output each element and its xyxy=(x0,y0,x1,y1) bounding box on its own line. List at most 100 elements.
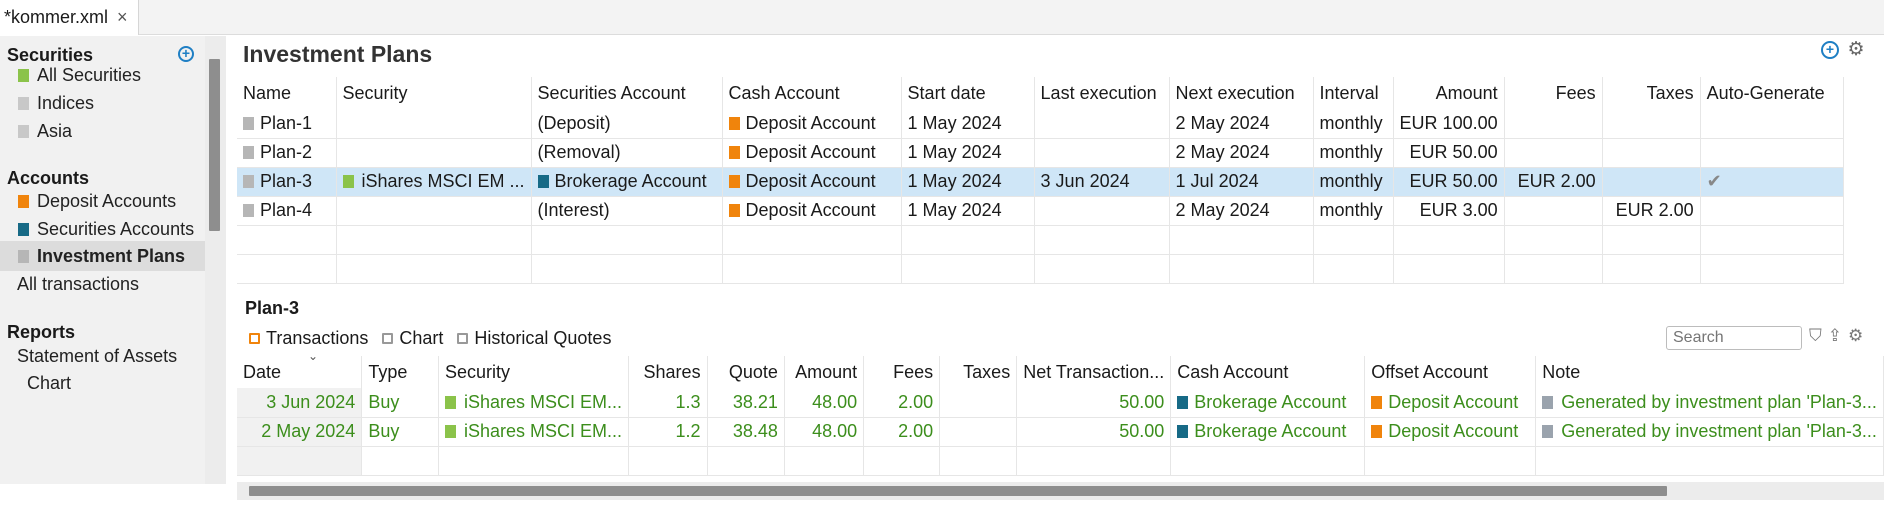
column-header[interactable]: Name xyxy=(237,77,337,109)
column-header[interactable]: Net Transaction... xyxy=(1016,356,1172,388)
sidebar-item-indices[interactable]: Indices xyxy=(0,88,205,118)
empty-cell xyxy=(1313,225,1394,255)
column-header-date[interactable]: Date ⌄ xyxy=(237,356,363,388)
empty-cell xyxy=(1364,446,1537,476)
search-input[interactable] xyxy=(1666,326,1802,350)
tab-chart[interactable]: Chart xyxy=(382,328,443,349)
deposit-account-icon xyxy=(728,146,740,159)
sidebar-item-investment-plans[interactable]: Investment Plans xyxy=(0,241,205,271)
table-cell: (Deposit) xyxy=(531,109,723,139)
sidebar-scrollbar[interactable] xyxy=(205,36,226,484)
sidebar-item-deposit-accounts[interactable]: Deposit Accounts xyxy=(0,186,205,216)
column-header[interactable]: Securities Account xyxy=(531,77,723,109)
gear-icon[interactable]: ⚙ xyxy=(1848,326,1863,346)
table-cell: 50.00 xyxy=(1016,388,1172,418)
table-cell xyxy=(1700,138,1844,168)
tab-transactions[interactable]: Transactions xyxy=(249,328,368,349)
column-header[interactable]: Last execution xyxy=(1034,77,1170,109)
empty-cell xyxy=(438,446,630,476)
column-header[interactable]: Fees xyxy=(1504,77,1603,109)
horizontal-scrollbar[interactable] xyxy=(237,482,1884,500)
table-row[interactable]: Plan-2 (Removal) Deposit Account 1 May 2… xyxy=(237,138,1844,168)
filter-icon[interactable]: ⛉ xyxy=(1809,326,1822,346)
column-header[interactable]: Fees xyxy=(863,356,941,388)
table-cell xyxy=(336,109,532,139)
column-header[interactable]: Offset Account xyxy=(1364,356,1537,388)
table-row[interactable]: Plan-1 (Deposit) Deposit Account 1 May 2… xyxy=(237,109,1844,139)
detail-title: Plan-3 xyxy=(245,298,300,318)
table-cell: 50.00 xyxy=(1016,417,1172,447)
empty-cell xyxy=(1170,446,1366,476)
sidebar-item-label: Securities Accounts xyxy=(37,218,195,239)
export-icon[interactable]: ⇪ xyxy=(1828,326,1842,346)
column-header[interactable]: Security xyxy=(438,356,630,388)
table-cell: 38.48 xyxy=(707,417,785,447)
add-plan-icon[interactable]: + xyxy=(1821,41,1839,59)
table-cell: monthly xyxy=(1313,196,1394,226)
plan-name-cell: Plan-3 xyxy=(237,167,337,197)
column-header[interactable]: Security xyxy=(336,77,532,109)
sidebar-item-all-transactions[interactable]: All transactions xyxy=(0,269,205,299)
column-header[interactable]: Quote xyxy=(707,356,785,388)
sidebar-item-label: Deposit Accounts xyxy=(37,190,177,211)
empty-cell xyxy=(531,254,723,284)
sidebar-item-statement-of-assets[interactable]: Statement of Assets xyxy=(0,341,205,371)
column-header[interactable]: Note xyxy=(1535,356,1884,388)
empty-cell xyxy=(1535,446,1884,476)
column-header[interactable]: Amount xyxy=(1393,77,1505,109)
security-name: iShares MSCI EM... xyxy=(464,421,623,441)
table-row-selected[interactable]: Plan-3 iShares MSCI EM ... Brokerage Acc… xyxy=(237,167,1844,197)
table-row[interactable]: 2 May 2024 Buy iShares MSCI EM... 1.2 38… xyxy=(237,417,1884,447)
table-cell: EUR 50.00 xyxy=(1393,167,1505,197)
gear-icon[interactable]: ⚙ xyxy=(1847,40,1865,59)
table-cell: Buy xyxy=(361,388,440,418)
empty-cell xyxy=(1393,254,1505,284)
plan-name-cell: Plan-4 xyxy=(237,196,337,226)
column-header[interactable]: Start date xyxy=(901,77,1035,109)
empty-cell xyxy=(237,254,337,284)
horizontal-scrollbar-thumb[interactable] xyxy=(249,486,1667,496)
file-tab[interactable]: *kommer.xml × xyxy=(0,0,139,35)
table-cell: EUR 100.00 xyxy=(1393,109,1505,139)
sidebar-item-label: All Securities xyxy=(37,64,142,85)
sidebar-item-chart[interactable]: Chart xyxy=(0,368,205,398)
table-cell: EUR 3.00 xyxy=(1393,196,1505,226)
table-cell: 2.00 xyxy=(863,388,941,418)
empty-cell xyxy=(1504,254,1603,284)
column-header[interactable]: Cash Account xyxy=(1170,356,1366,388)
empty-cell xyxy=(863,446,941,476)
table-cell xyxy=(1504,109,1603,139)
table-cell xyxy=(1700,109,1844,139)
table-cell: 1 May 2024 xyxy=(901,167,1035,197)
column-header[interactable]: Amount xyxy=(784,356,865,388)
table-cell: 1.3 xyxy=(628,388,708,418)
column-header[interactable]: Cash Account xyxy=(722,77,902,109)
close-icon[interactable]: × xyxy=(117,7,128,28)
table-row[interactable]: 3 Jun 2024 Buy iShares MSCI EM... 1.3 38… xyxy=(237,388,1884,418)
table-cell xyxy=(336,196,532,226)
tab-historical-quotes[interactable]: Historical Quotes xyxy=(457,328,611,349)
securities-account-cell: Brokerage Account xyxy=(531,167,723,197)
column-header[interactable]: Next execution xyxy=(1169,77,1314,109)
main-panel: Investment Plans + ⚙ Name Security Secur… xyxy=(226,36,1884,509)
security-icon xyxy=(445,395,457,409)
sidebar-item-asia[interactable]: Asia xyxy=(0,116,205,146)
sidebar-scrollbar-thumb[interactable] xyxy=(209,59,220,231)
note-cell: Generated by investment plan 'Plan-3... xyxy=(1535,417,1884,447)
column-header[interactable]: Taxes xyxy=(939,356,1018,388)
sidebar-item-all-securities[interactable]: All Securities xyxy=(0,60,205,90)
note-text: Generated by investment plan 'Plan-3... xyxy=(1561,391,1877,412)
column-header[interactable]: Taxes xyxy=(1602,77,1701,109)
table-cell: 2.00 xyxy=(863,417,941,447)
column-header[interactable]: Shares xyxy=(628,356,708,388)
note-icon xyxy=(1542,395,1554,409)
editor-tab-bar: *kommer.xml × xyxy=(0,0,1884,35)
column-header[interactable]: Type xyxy=(361,356,440,388)
table-cell: 2 May 2024 xyxy=(1169,138,1314,168)
column-header[interactable]: Interval xyxy=(1313,77,1394,109)
table-row[interactable]: Plan-4 (Interest) Deposit Account 1 May … xyxy=(237,196,1844,226)
grey-square-icon xyxy=(18,249,29,263)
column-label: Date xyxy=(243,361,282,382)
column-header[interactable]: Auto-Generate xyxy=(1700,77,1844,109)
sidebar-item-securities-accounts[interactable]: Securities Accounts xyxy=(0,214,205,244)
